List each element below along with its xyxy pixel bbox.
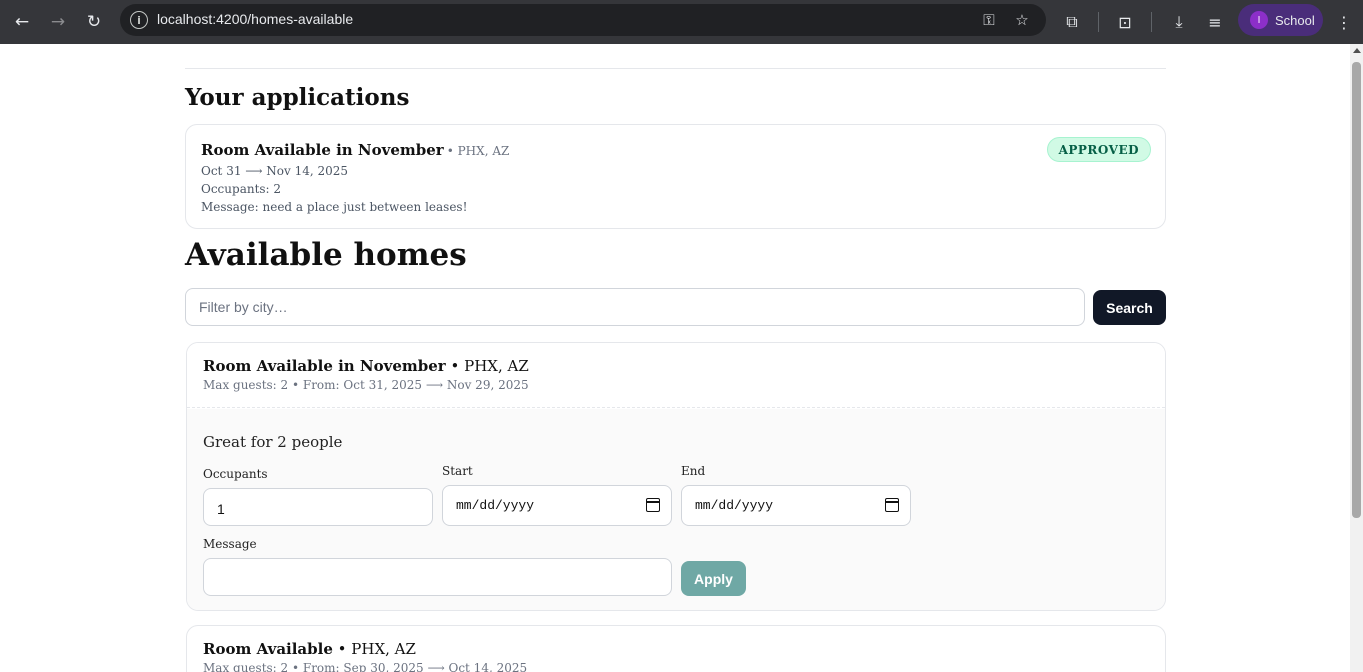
scroll-up-icon[interactable]	[1353, 48, 1361, 53]
occupants-label: Occupants	[203, 467, 268, 481]
bookmark-star-icon[interactable]: ☆	[1011, 9, 1033, 31]
avatar: I	[1250, 11, 1268, 29]
calendar-icon[interactable]	[885, 498, 899, 512]
message-label: Message	[203, 537, 257, 551]
start-date-field[interactable]: mm/dd/yyyy	[442, 485, 672, 526]
home-location: • PHX, AZ	[445, 357, 529, 375]
profile-button[interactable]: I School	[1238, 4, 1323, 36]
application-message: Message: need a place just between lease…	[201, 200, 468, 214]
profile-name: School	[1275, 12, 1315, 28]
back-icon[interactable]: ←	[8, 8, 36, 36]
media-controls-icon[interactable]: ≡	[1201, 8, 1229, 36]
status-badge: APPROVED	[1046, 137, 1151, 162]
home-description: Great for 2 people	[203, 433, 343, 451]
toolbar-divider	[1151, 12, 1152, 32]
end-date-field[interactable]: mm/dd/yyyy	[681, 485, 911, 526]
home-listing-details: Max guests: 2 • From: Oct 31, 2025 ⟶ Nov…	[203, 378, 529, 392]
home-listing-card: Room Available • PHX, AZ Max guests: 2 •…	[186, 625, 1166, 672]
page-scrollbar[interactable]	[1350, 44, 1363, 672]
message-field[interactable]	[203, 558, 672, 596]
application-dates: Oct 31 ⟶ Nov 14, 2025	[201, 164, 349, 178]
page-title: Available homes	[185, 237, 467, 273]
occupants-field[interactable]: 1	[203, 488, 433, 526]
occupants-value: 1	[217, 501, 225, 517]
application-occupants: Occupants: 2	[201, 182, 282, 196]
apply-form: Great for 2 people Occupants 1 Start mm/…	[187, 409, 1165, 610]
home-listing-details: Max guests: 2 • From: Sep 30, 2025 ⟶ Oct…	[203, 661, 528, 672]
apply-button[interactable]: Apply	[681, 561, 746, 596]
home-location: • PHX, AZ	[332, 640, 416, 658]
application-card: Room Available in November • PHX, AZ Oct …	[185, 124, 1166, 229]
start-date-placeholder: mm/dd/yyyy	[456, 498, 535, 513]
url-text[interactable]: localhost:4200/homes-available	[157, 11, 353, 27]
applications-heading: Your applications	[185, 84, 410, 111]
home-listing-title: Room Available in November • PHX, AZ	[203, 357, 529, 375]
divider	[185, 68, 1166, 69]
reload-icon[interactable]: ↻	[80, 8, 108, 36]
calendar-icon[interactable]	[646, 498, 660, 512]
extensions-icon[interactable]: ⧉	[1058, 8, 1086, 36]
menu-kebab-icon[interactable]: ⋮	[1330, 8, 1358, 36]
home-listing-header[interactable]: Room Available in November • PHX, AZ Max…	[187, 343, 1165, 408]
home-listing-title[interactable]: Room Available • PHX, AZ	[203, 640, 416, 658]
end-label: End	[681, 464, 706, 478]
home-title-text: Room Available in November	[203, 357, 446, 375]
start-label: Start	[442, 464, 473, 478]
site-info-icon[interactable]: i	[130, 11, 148, 29]
city-filter-input[interactable]: Filter by city…	[185, 288, 1085, 326]
home-listing-card: Room Available in November • PHX, AZ Max…	[186, 342, 1166, 611]
city-filter-placeholder: Filter by city…	[199, 299, 288, 315]
download-icon[interactable]: ⤓	[1165, 8, 1193, 36]
password-key-icon[interactable]: ⚿	[978, 9, 1000, 31]
tab-search-icon[interactable]: ⊡	[1111, 8, 1139, 36]
application-title: Room Available in November • PHX, AZ	[201, 141, 509, 159]
forward-icon[interactable]: →	[44, 8, 72, 36]
end-date-placeholder: mm/dd/yyyy	[695, 498, 774, 513]
search-button[interactable]: Search	[1093, 290, 1166, 325]
application-title-text: Room Available in November	[201, 141, 444, 159]
toolbar-divider	[1098, 12, 1099, 32]
browser-toolbar: ← → ↻ i localhost:4200/homes-available ⚿…	[0, 0, 1363, 44]
scrollbar-thumb[interactable]	[1352, 62, 1361, 518]
application-location: • PHX, AZ	[446, 144, 510, 158]
home-title-text: Room Available	[203, 640, 333, 658]
address-bar[interactable]: i localhost:4200/homes-available ⚿ ☆	[120, 4, 1046, 36]
